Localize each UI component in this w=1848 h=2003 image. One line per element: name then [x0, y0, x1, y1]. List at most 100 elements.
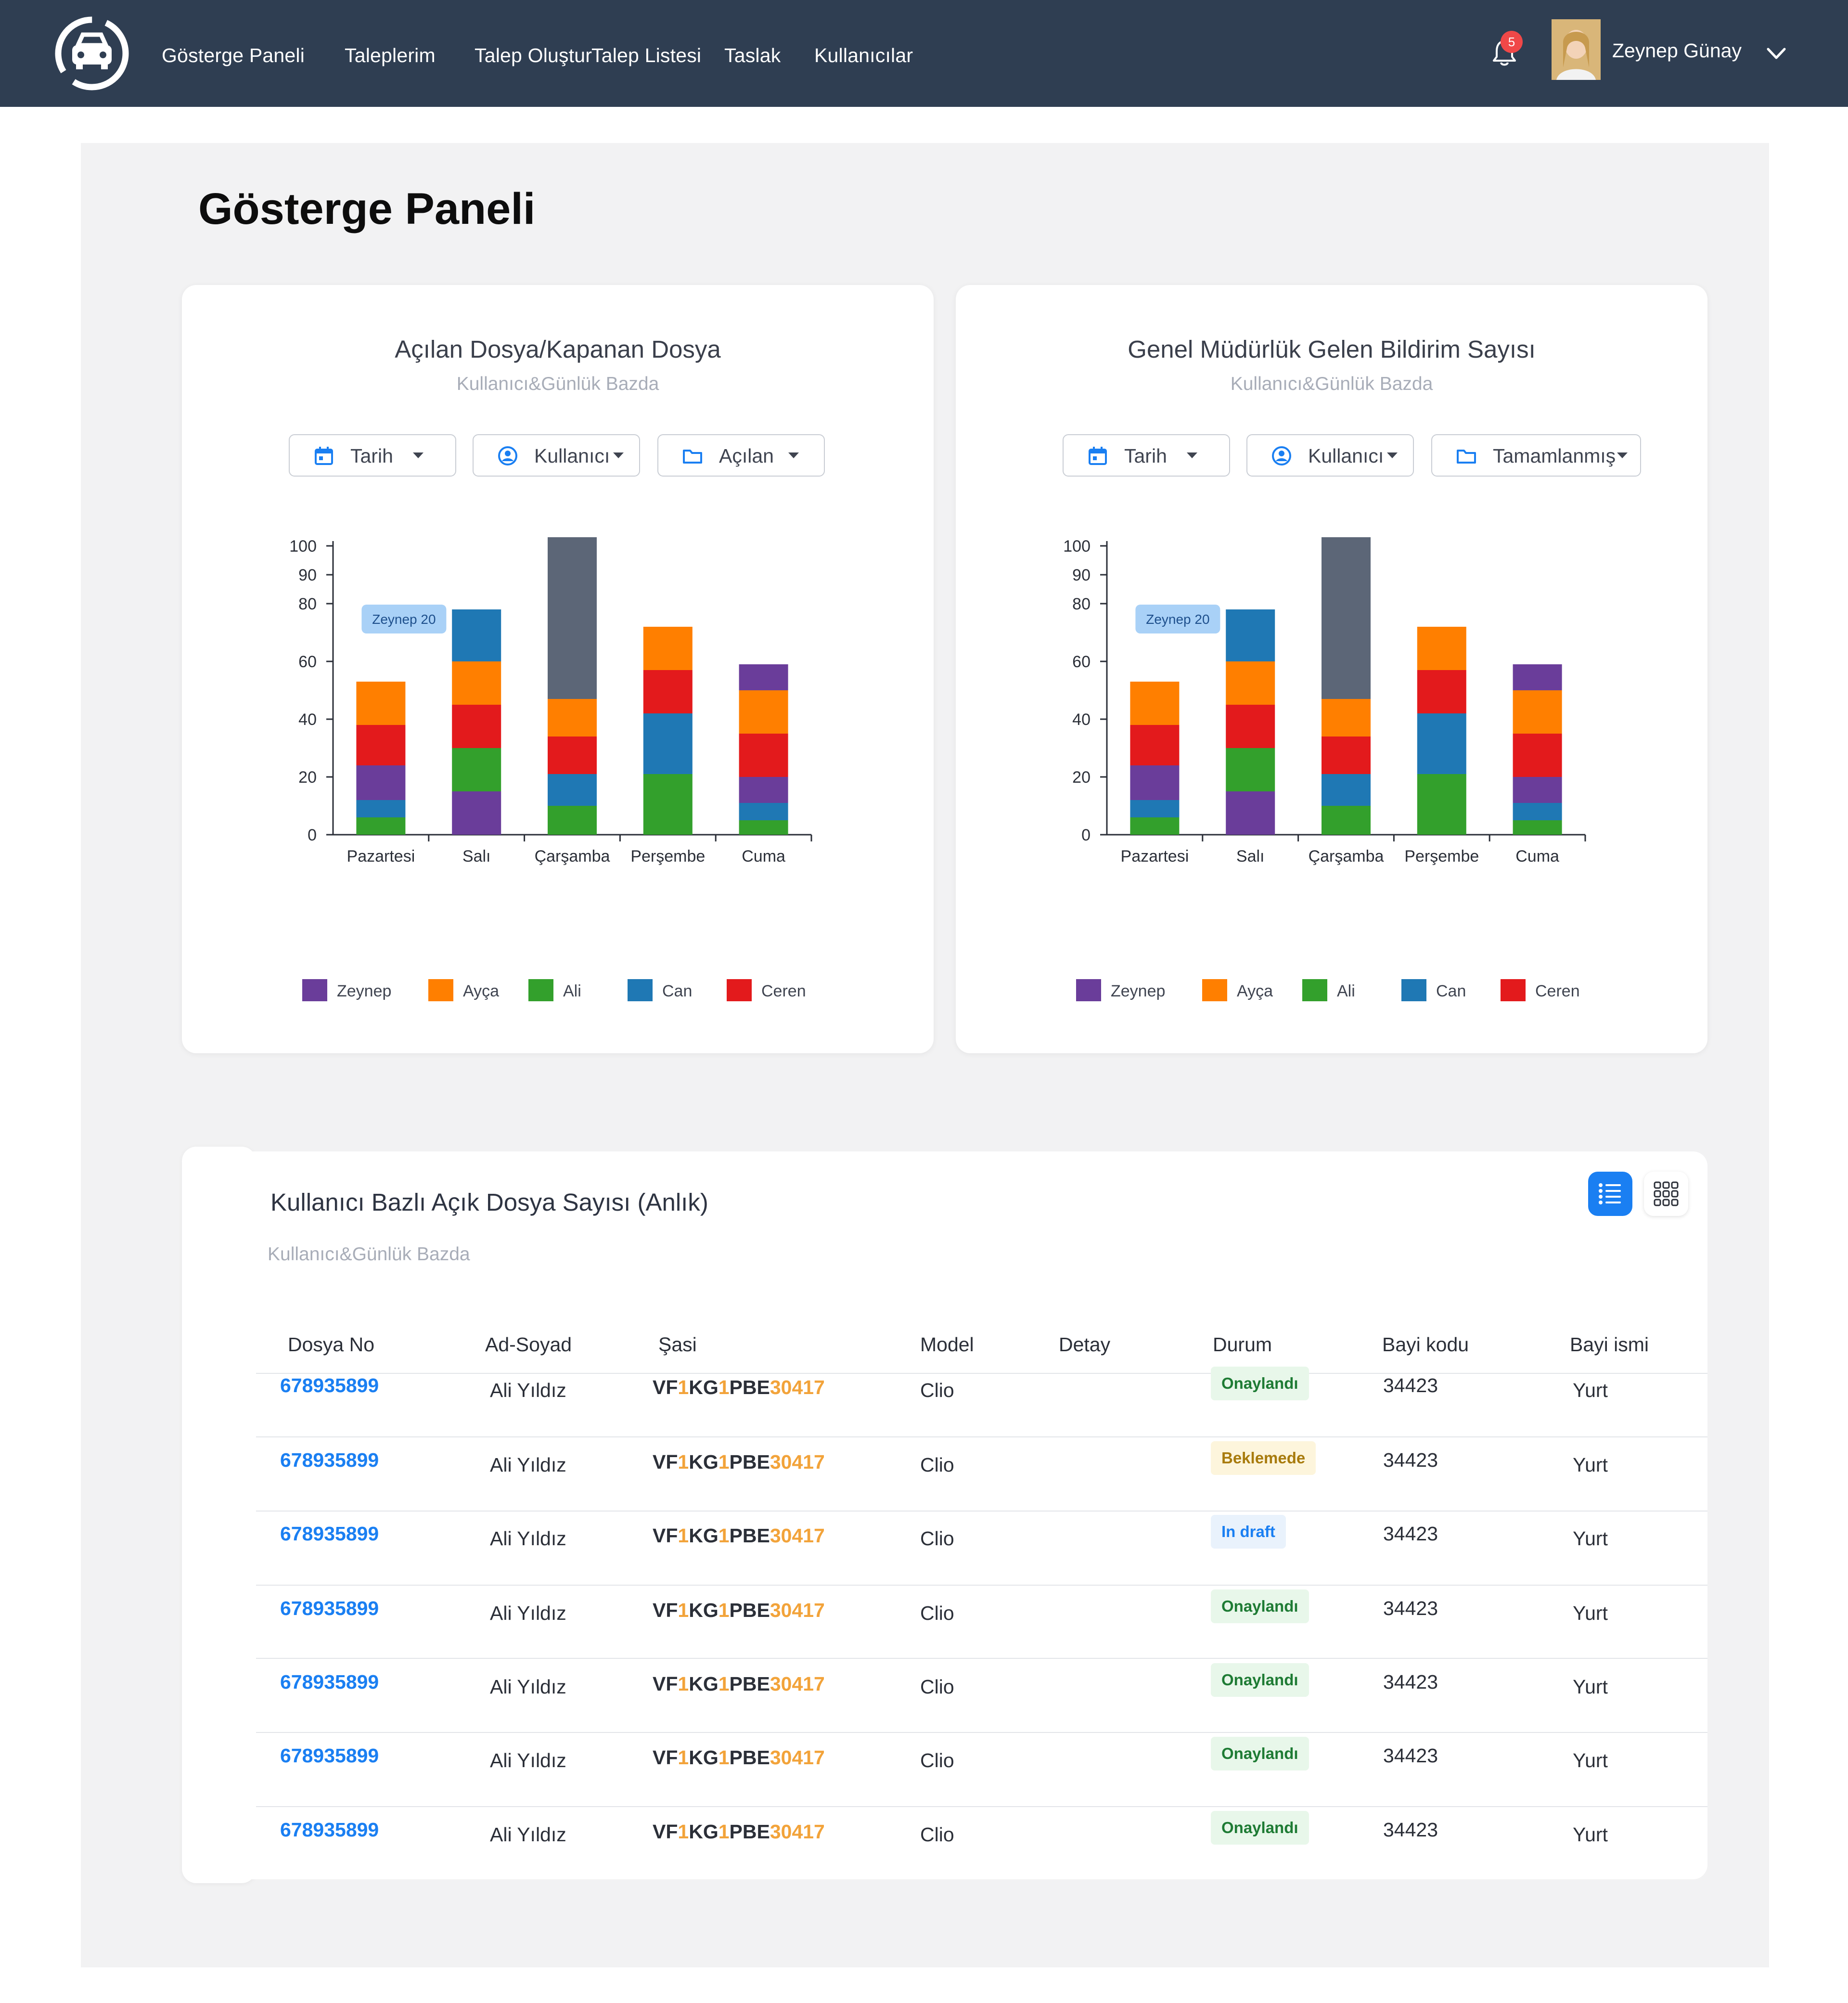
file-number-link[interactable]: 678935899: [280, 1597, 379, 1620]
model-cell: Clio: [920, 1602, 954, 1624]
bar-segment: [1322, 737, 1371, 774]
chassis-segment: VF: [653, 1821, 678, 1843]
x-tick-label: Çarşamba: [535, 847, 610, 866]
bar-segment: [739, 690, 788, 734]
column-header-dealer-name[interactable]: Bayi ismi: [1570, 1333, 1649, 1356]
chassis-segment: 1: [678, 1821, 689, 1843]
chassis-segment: KG: [689, 1821, 719, 1843]
chevron-down-icon[interactable]: [1765, 44, 1787, 64]
nav-item-dashboard[interactable]: Gösterge Paneli: [162, 44, 305, 67]
table-subtitle: Kullanıcı&Günlük Bazda: [268, 1244, 470, 1265]
x-tick-label: Perşembe: [1404, 847, 1479, 866]
bar-segment: [1417, 774, 1466, 835]
chassis-segment: 1: [718, 1451, 730, 1473]
file-number-link[interactable]: 678935899: [280, 1819, 379, 1841]
chassis-segment: 1: [678, 1673, 689, 1695]
chassis-segment: KG: [689, 1525, 719, 1547]
status-badge: Onaylandı: [1211, 1811, 1309, 1845]
nav-item-my-requests[interactable]: Taleplerim: [345, 44, 436, 67]
chassis-segment: 30417: [770, 1746, 825, 1769]
list-view-button[interactable]: [1588, 1172, 1632, 1216]
customer-name: Ali Yıldız: [490, 1454, 566, 1476]
chassis-number: VF1KG1PBE30417: [653, 1525, 825, 1547]
column-header-name[interactable]: Ad-Soyad: [485, 1333, 572, 1356]
legend-swatch: [1401, 979, 1426, 1001]
chassis-segment: KG: [689, 1451, 719, 1473]
avatar[interactable]: [1552, 19, 1601, 80]
y-tick-label: 100: [289, 537, 317, 556]
bar-segment: [1130, 682, 1180, 725]
bar-segment: [356, 725, 406, 765]
model-cell: Clio: [920, 1823, 954, 1846]
bar-segment: [356, 765, 406, 800]
nav-item-request-list[interactable]: Talep Listesi: [591, 44, 701, 67]
status-badge: Onaylandı: [1211, 1589, 1309, 1623]
file-number-link[interactable]: 678935899: [280, 1523, 379, 1545]
bar-segment: [643, 774, 693, 835]
page-title: Gösterge Paneli: [198, 184, 536, 233]
chart-tooltip-text: Zeynep 20: [372, 612, 436, 627]
chassis-segment: 1: [678, 1376, 689, 1398]
file-number-link[interactable]: 678935899: [280, 1671, 379, 1693]
customer-name: Ali Yıldız: [490, 1823, 566, 1846]
bar-segment: [739, 664, 788, 690]
dealer-code-cell: 34423: [1383, 1449, 1438, 1471]
bar-segment: [1513, 690, 1562, 734]
user-name[interactable]: Zeynep Günay: [1612, 39, 1742, 62]
bar-segment: [739, 734, 788, 777]
car-service-logo-icon[interactable]: [52, 13, 132, 93]
row-divider: [256, 1806, 1707, 1807]
legend-label: Ali: [1337, 982, 1355, 1000]
nav-item-draft[interactable]: Taslak: [724, 44, 781, 67]
x-tick-label: Salı: [1236, 847, 1265, 866]
bar-segment: [1513, 777, 1562, 803]
chassis-segment: PBE: [729, 1746, 770, 1769]
legend-label: Ali: [563, 982, 581, 1000]
nav-item-users[interactable]: Kullanıcılar: [814, 44, 913, 67]
dealer-name-cell: Yurt: [1573, 1823, 1608, 1846]
column-header-model[interactable]: Model: [920, 1333, 974, 1356]
file-number-link[interactable]: 678935899: [280, 1374, 379, 1397]
legend-swatch: [428, 979, 453, 1001]
chassis-segment: 1: [678, 1746, 689, 1769]
column-header-dealer-code[interactable]: Bayi kodu: [1382, 1333, 1469, 1356]
chassis-segment: VF: [653, 1673, 678, 1695]
legend-label: Ceren: [761, 982, 806, 1000]
dealer-code-cell: 34423: [1383, 1671, 1438, 1693]
x-tick-label: Salı: [462, 847, 491, 866]
column-header-status[interactable]: Durum: [1213, 1333, 1272, 1356]
bar-segment: [1417, 713, 1466, 774]
file-number-link[interactable]: 678935899: [280, 1745, 379, 1767]
bar-segment: [1417, 670, 1466, 713]
legend-label: Zeynep: [1111, 982, 1165, 1000]
column-header-chassis[interactable]: Şasi: [658, 1333, 697, 1356]
model-cell: Clio: [920, 1749, 954, 1771]
stacked-bar-chart: 0 20 40 60 80 90 100 Pazartesi Salı Çarşamba Perşe…: [1063, 537, 1586, 1001]
chassis-segment: 1: [718, 1746, 730, 1769]
bar-segment: [1130, 800, 1180, 817]
legend-swatch: [302, 979, 327, 1001]
x-tick-label: Perşembe: [630, 847, 705, 866]
bar-segment: [548, 737, 597, 774]
x-tick-label: Çarşamba: [1309, 847, 1384, 866]
x-tick-label: Pazartesi: [347, 847, 415, 866]
column-header-detail[interactable]: Detay: [1059, 1333, 1110, 1356]
bar-segment: [356, 682, 406, 725]
bar-segment: [356, 817, 406, 835]
column-header-file-no[interactable]: Dosya No: [288, 1333, 374, 1356]
x-tick-label: Cuma: [1515, 847, 1559, 866]
status-badge: In draft: [1211, 1515, 1286, 1549]
bar-segment: [1130, 765, 1180, 800]
chassis-segment: KG: [689, 1746, 719, 1769]
file-number-link[interactable]: 678935899: [280, 1449, 379, 1472]
row-divider: [256, 1585, 1707, 1586]
chassis-segment: KG: [689, 1673, 719, 1695]
bar-segment: [356, 800, 406, 817]
nav-item-create-request[interactable]: Talep Oluştur: [475, 44, 592, 67]
grid-view-button[interactable]: [1644, 1172, 1688, 1216]
row-divider: [256, 1511, 1707, 1512]
bar-segment: [739, 803, 788, 820]
chassis-segment: PBE: [729, 1376, 770, 1398]
legend-swatch: [1501, 979, 1526, 1001]
y-tick-label: 20: [1072, 768, 1091, 787]
